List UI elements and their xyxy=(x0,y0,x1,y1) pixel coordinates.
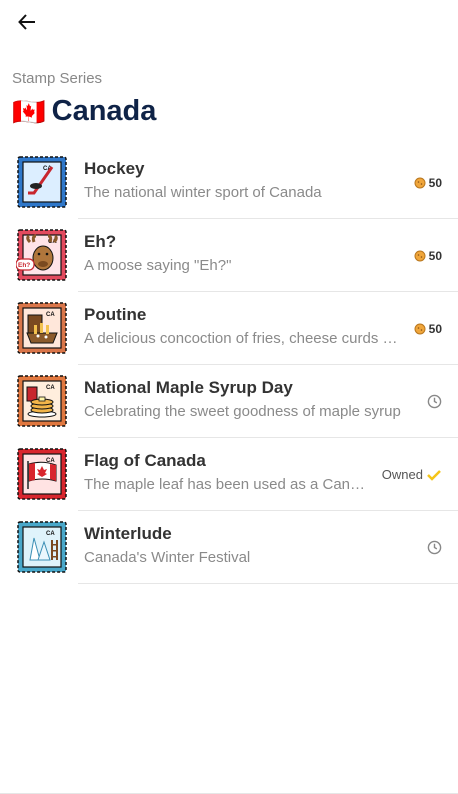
page-title-text: Canada xyxy=(51,95,157,127)
arrow-left-icon xyxy=(18,14,35,30)
page-title: 🇨🇦 Canada xyxy=(12,95,156,128)
winter-festival-icon: CA xyxy=(17,521,67,573)
stamp-price: 50 xyxy=(414,219,442,292)
stamp-subtitle: A delicious concoction of fries, cheese … xyxy=(84,330,402,347)
stamp-title: Winterlude xyxy=(84,524,172,543)
stamp-subtitle: A moose saying "Eh?" xyxy=(84,257,232,274)
coin-icon xyxy=(414,177,426,188)
back-button[interactable] xyxy=(14,10,40,34)
stamp-price: 50 xyxy=(414,292,442,365)
stamp-row-flag-of-canada[interactable]: CA Flag of Canada The maple leaf has bee… xyxy=(0,438,458,511)
clock-icon xyxy=(427,394,442,409)
stamp-title: National Maple Syrup Day xyxy=(84,378,293,397)
stamp-status xyxy=(427,511,442,584)
poutine-icon: CA xyxy=(17,302,67,354)
stamp-row-hockey[interactable]: CA Hockey The national winter sport of C… xyxy=(0,146,458,219)
series-subtitle: Stamp Series xyxy=(12,70,103,87)
coin-icon xyxy=(414,250,426,261)
price-value: 50 xyxy=(428,248,442,263)
svg-text:Eh?: Eh? xyxy=(18,262,30,269)
price-value: 50 xyxy=(428,175,442,190)
hockey-stick-icon: CA xyxy=(17,156,67,208)
stamp-subtitle: Canada's Winter Festival xyxy=(84,549,251,566)
canada-flag-icon: CA xyxy=(17,448,67,500)
svg-text:CA: CA xyxy=(46,385,55,391)
flag-emoji: 🇨🇦 xyxy=(12,96,46,128)
coin-icon xyxy=(414,323,426,334)
stamp-status: Owned xyxy=(382,438,442,511)
moose-icon: CA Eh? xyxy=(16,229,67,281)
clock-icon xyxy=(427,540,442,555)
stamp-row-maple-syrup-day[interactable]: CA National Maple Syrup Day Celebrating … xyxy=(0,365,458,438)
stamp-subtitle: Celebrating the sweet goodness of maple … xyxy=(84,403,401,420)
stamp-price: 50 xyxy=(414,146,442,219)
pancakes-icon: CA xyxy=(17,375,67,427)
stamp-row-poutine[interactable]: CA Poutine A delicious concoction of fri… xyxy=(0,292,458,365)
stamp-title: Poutine xyxy=(84,305,147,324)
stamp-title: Hockey xyxy=(84,159,145,178)
owned-label: Owned xyxy=(381,467,423,482)
stamp-row-winterlude[interactable]: CA Winterlude Canada's Winter Festival xyxy=(0,511,458,584)
stamp-title: Flag of Canada xyxy=(84,451,206,470)
checkmark-icon xyxy=(427,469,441,481)
stamp-row-eh[interactable]: CA Eh? Eh? A moose saying "Eh?" 50 xyxy=(0,219,458,292)
stamp-list: CA Hockey The national winter sport of C… xyxy=(0,146,458,584)
stamp-subtitle: The maple leaf has been used as a Canadi… xyxy=(84,476,366,493)
price-value: 50 xyxy=(428,321,442,336)
svg-text:CA: CA xyxy=(46,312,55,318)
top-bar xyxy=(0,0,458,44)
stamp-status xyxy=(427,365,442,438)
stamp-subtitle: The national winter sport of Canada xyxy=(84,184,322,201)
svg-text:CA: CA xyxy=(46,531,55,537)
stamp-title: Eh? xyxy=(84,232,117,251)
